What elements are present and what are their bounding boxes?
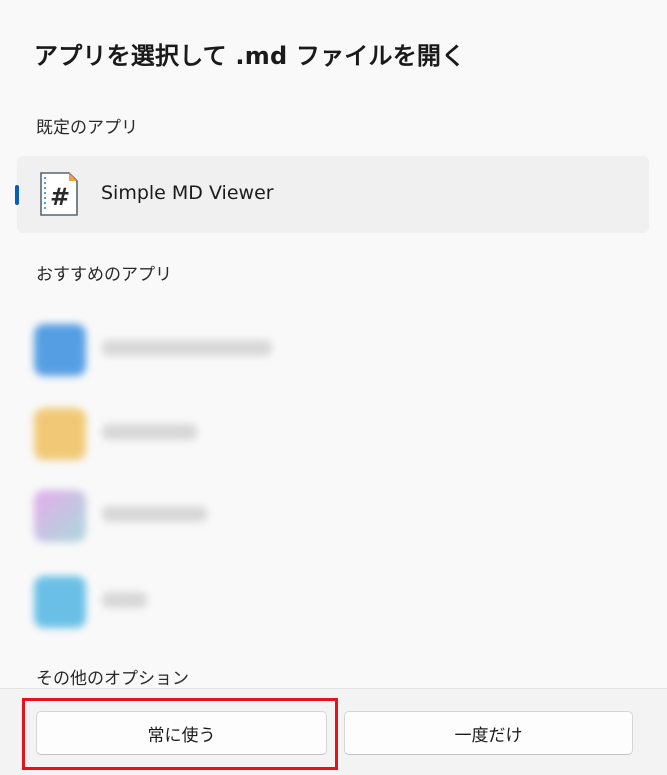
recommended-app-item[interactable] [34,484,354,544]
default-app-name: Simple MD Viewer [101,182,274,204]
just-once-button[interactable]: 一度だけ [344,711,633,755]
recommended-apps-label: おすすめのアプリ [36,265,172,285]
dialog-title: アプリを選択して .md ファイルを開く [34,42,466,70]
blurred-app-name [102,424,197,440]
svg-text:#: # [50,183,70,211]
dialog-footer: 常に使う 一度だけ [0,688,667,775]
blurred-app-name [102,506,207,522]
recommended-app-item[interactable] [34,570,354,630]
always-button[interactable]: 常に使う [36,711,327,755]
blurred-app-icon [34,490,86,542]
recommended-app-item[interactable] [34,318,354,378]
markdown-file-icon: # [37,171,81,217]
open-with-dialog: アプリを選択して .md ファイルを開く 既定のアプリ # Simple MD … [0,0,667,775]
blurred-app-icon [34,324,86,376]
selection-indicator [15,185,19,205]
blurred-app-name [102,340,272,356]
blurred-app-icon [34,408,86,460]
blurred-app-name [102,592,147,608]
blurred-app-icon [34,576,86,628]
recommended-app-item[interactable] [34,402,354,462]
other-options-label[interactable]: その他のオプション [36,664,189,689]
default-app-item[interactable]: # Simple MD Viewer [15,156,649,233]
default-apps-label: 既定のアプリ [36,118,138,138]
